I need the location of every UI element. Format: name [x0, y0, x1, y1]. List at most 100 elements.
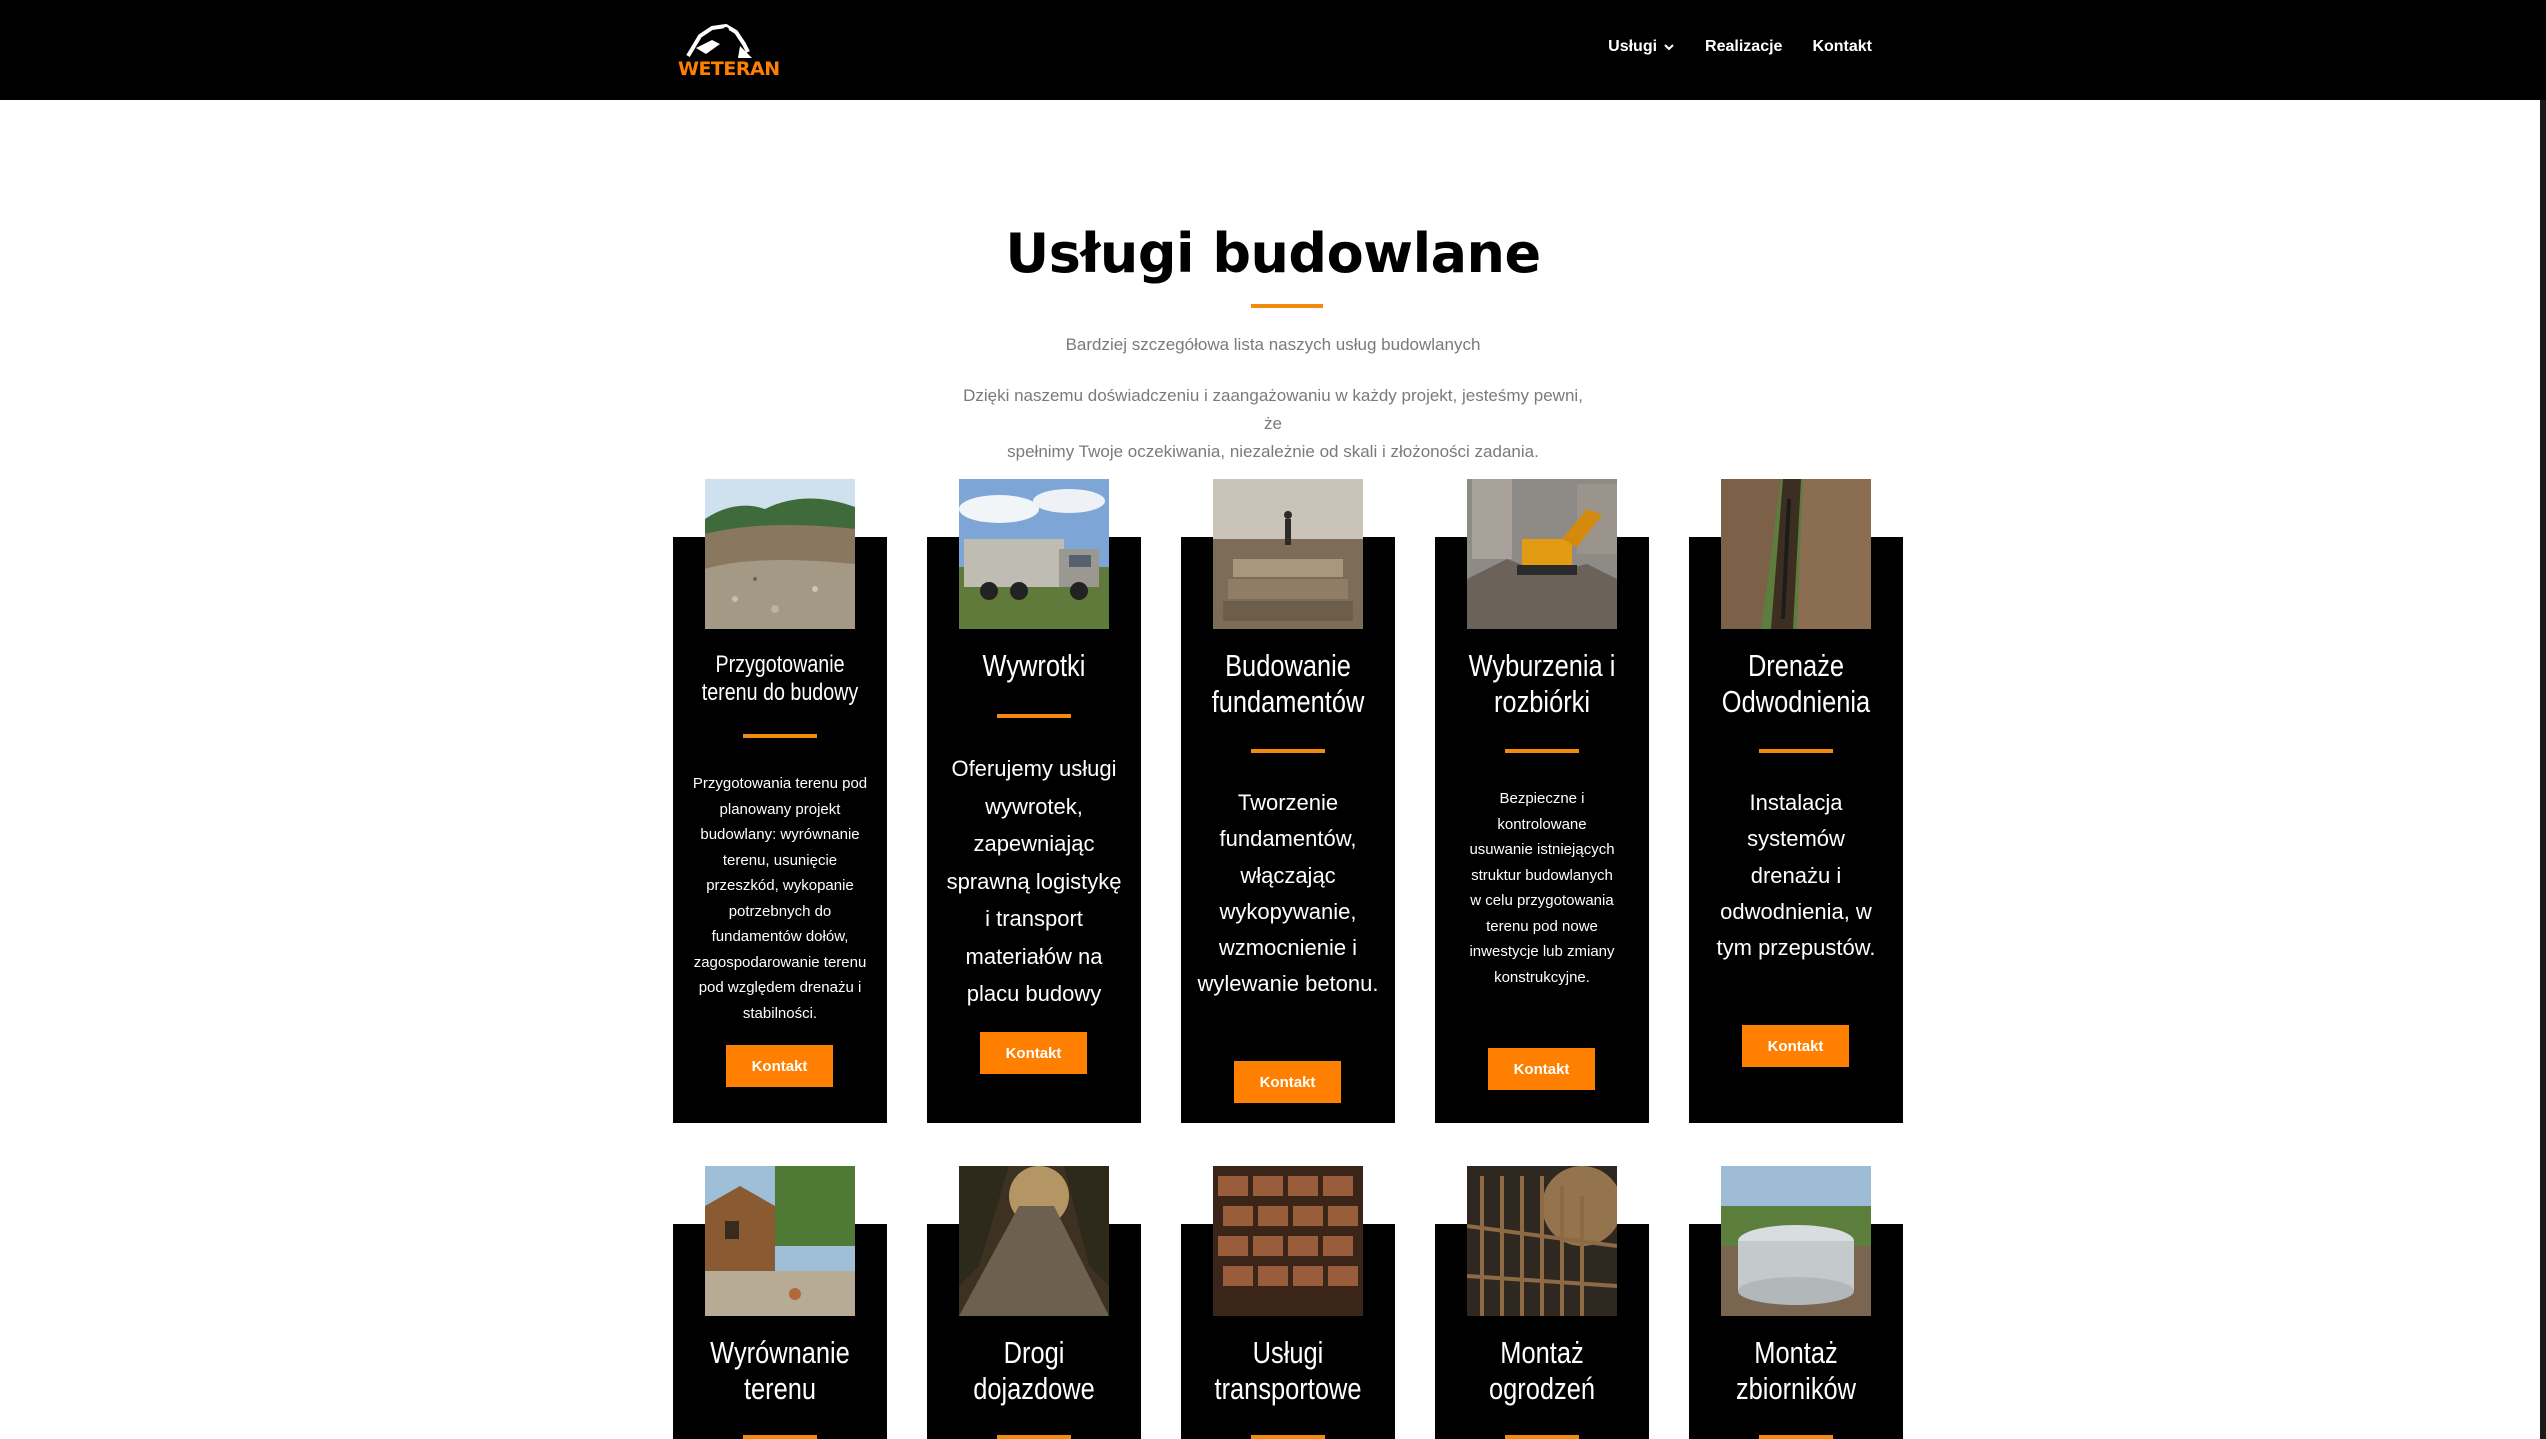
- card-title-line: Budowanie: [1225, 648, 1351, 683]
- tank-photo: [1721, 1166, 1871, 1316]
- card-title-line: terenu: [743, 1371, 817, 1406]
- desc-line: w celu przygotowania: [1470, 892, 1614, 909]
- desc-line: Bezpieczne i: [1499, 790, 1585, 807]
- desc-line: planowany projekt: [719, 800, 841, 818]
- card-description: Bezpieczne i kontrolowane usuwanie istni…: [1445, 786, 1639, 990]
- card-description: Instalacja systemów drenażu i odwodnieni…: [1695, 785, 1897, 966]
- nav-kontakt-label: Kontakt: [1812, 38, 1872, 55]
- desc-line: drenażu i: [1750, 862, 1842, 888]
- desc-line: i transport: [985, 906, 1083, 931]
- nav-realizacje-label: Realizacje: [1705, 38, 1783, 55]
- desc-line: sprawną logistykę: [946, 868, 1122, 894]
- desc-line: Instalacja: [1749, 790, 1843, 815]
- desc-line: struktur budowlanych: [1471, 866, 1613, 884]
- card-title-line: Odwodnienia: [1721, 684, 1871, 719]
- desc-line: potrzebnych do: [728, 902, 832, 920]
- title-divider: [1251, 304, 1323, 308]
- intro-line-1: Dzięki naszemu doświadczeniu i zaangażow…: [963, 386, 1583, 433]
- desc-line: fundamentów dołów,: [711, 928, 849, 945]
- card-divider: [1251, 749, 1325, 753]
- card-divider: [743, 1435, 817, 1439]
- intro-line-2: spełnimy Twoje oczekiwania, niezależnie …: [1007, 442, 1539, 461]
- fence-photo: [1467, 1166, 1617, 1316]
- card-description: Tworzenie fundamentów, włączając wykopyw…: [1187, 785, 1389, 1003]
- card-title-line: zbiorników: [1735, 1371, 1857, 1406]
- card-divider: [1759, 749, 1833, 753]
- desc-line: placu budowy: [966, 981, 1102, 1006]
- desc-line: przeszkód, wykopanie: [706, 877, 854, 894]
- desc-line: konstrukcyjne.: [1494, 968, 1590, 986]
- card-title: Wywrotki: [946, 648, 1121, 684]
- kontakt-button[interactable]: Kontakt: [1234, 1061, 1341, 1103]
- card-description: Przygotowania terenu pod planowany proje…: [683, 771, 877, 1026]
- desc-line: wykopywanie,: [1219, 898, 1357, 924]
- logo-text: WETERAN: [678, 58, 780, 80]
- card-title-line: fundamentów: [1211, 684, 1365, 719]
- main-nav: Usługi Realizacje Kontakt: [1608, 0, 1872, 94]
- kontakt-button[interactable]: Kontakt: [726, 1045, 833, 1087]
- desc-line: włączając: [1240, 862, 1336, 888]
- card-title: Wyrównanie terenu: [692, 1335, 867, 1407]
- desc-line: zapewniając: [973, 831, 1095, 856]
- nav-uslugi[interactable]: Usługi: [1608, 38, 1675, 56]
- card-divider: [1505, 749, 1579, 753]
- desc-line: wylewanie betonu.: [1197, 971, 1379, 997]
- nav-realizacje[interactable]: Realizacje: [1705, 38, 1782, 56]
- card-title-line: Usługi: [1252, 1335, 1324, 1370]
- card-divider: [997, 714, 1071, 718]
- logo[interactable]: WETERAN: [678, 22, 780, 84]
- desc-line: Przygotowania terenu pod: [692, 775, 868, 792]
- desc-line: Tworzenie: [1237, 790, 1339, 815]
- card-title: Usługi transportowe: [1200, 1335, 1375, 1407]
- card-title: Montaż ogrodzeń: [1454, 1335, 1629, 1407]
- card-description: Oferujemy usługi wywrotek, zapewniając s…: [935, 750, 1133, 1013]
- desc-line: terenu, usunięcie: [722, 851, 838, 869]
- desc-line: kontrolowane: [1497, 815, 1587, 833]
- page-title: Usługi budowlane: [1005, 222, 1541, 285]
- card-title: Drenaże Odwodnienia: [1708, 648, 1883, 720]
- site-header: WETERAN Usługi Realizacje Kontakt: [0, 0, 2546, 100]
- access-road-photo: [959, 1166, 1109, 1316]
- card-title-line: dojazdowe: [973, 1371, 1095, 1406]
- chevron-down-icon: [1664, 44, 1674, 51]
- card-divider: [1759, 1435, 1833, 1439]
- desc-line: fundamentów,: [1219, 826, 1357, 852]
- kontakt-button[interactable]: Kontakt: [1488, 1048, 1595, 1090]
- card-title: Wyburzenia i rozbiórki: [1454, 648, 1629, 720]
- card-title: Przygotowanie terenu do budowy: [692, 651, 867, 707]
- desc-line: Oferujemy usługi: [951, 756, 1117, 781]
- excavator-icon: [686, 24, 752, 58]
- card-title-line: Wyrównanie: [710, 1335, 850, 1370]
- desc-line: materiałów na: [965, 943, 1103, 969]
- card-title-line: Przygotowanie: [715, 651, 845, 678]
- card-title-line: rozbiórki: [1493, 684, 1591, 719]
- desc-line: budowlany: wyrównanie: [700, 826, 860, 843]
- kontakt-button[interactable]: Kontakt: [980, 1032, 1087, 1074]
- desc-line: terenu pod nowe: [1486, 917, 1598, 935]
- dump-truck-photo: [959, 479, 1109, 629]
- page-subtitle: Bardziej szczegółowa lista naszych usług…: [1065, 335, 1481, 354]
- desc-line: odwodnienia, w: [1720, 898, 1872, 924]
- desc-line: wzmocnienie i: [1218, 935, 1358, 961]
- card-divider: [1505, 1435, 1579, 1439]
- kontakt-button[interactable]: Kontakt: [1742, 1025, 1849, 1067]
- desc-line: tym przepustów.: [1716, 935, 1876, 961]
- card-divider: [997, 1435, 1071, 1439]
- foundation-photo: [1213, 479, 1363, 629]
- card-title: Montaż zbiorników: [1708, 1335, 1883, 1407]
- card-title: Budowanie fundamentów: [1200, 648, 1375, 720]
- card-title: Drogi dojazdowe: [946, 1335, 1121, 1407]
- desc-line: zagospodarowanie terenu: [693, 953, 867, 971]
- desc-line: pod względem drenażu i: [698, 979, 862, 996]
- card-title-line: Drenaże: [1747, 648, 1845, 683]
- card-divider: [743, 734, 817, 738]
- intro-paragraph: Dzięki naszemu doświadczeniu i zaangażow…: [958, 382, 1588, 466]
- card-title-line: Wywrotki: [982, 648, 1086, 683]
- page-scrollbar-edge: [2540, 0, 2546, 1439]
- nav-kontakt[interactable]: Kontakt: [1812, 38, 1872, 56]
- card-title-line: Drogi: [1003, 1335, 1065, 1370]
- desc-line: inwestycje lub zmiany: [1469, 943, 1615, 960]
- desc-line: wywrotek,: [985, 793, 1083, 819]
- card-divider: [1251, 1435, 1325, 1439]
- card-title-line: Wyburzenia i: [1468, 648, 1616, 683]
